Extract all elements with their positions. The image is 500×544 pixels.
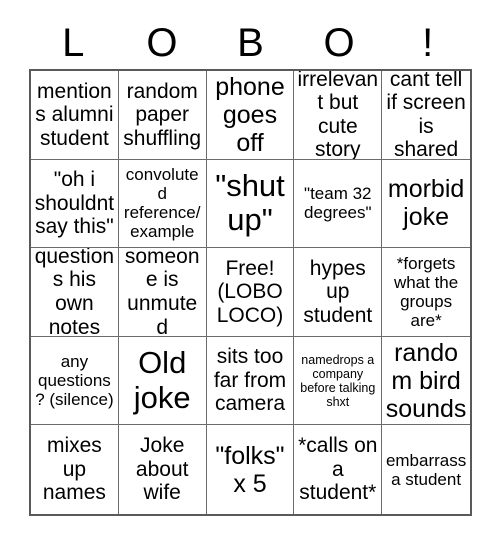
bingo-cell-label: Free! (LOBO LOCO) (216, 256, 284, 327)
bingo-cell[interactable]: sits too far from camera (206, 336, 295, 426)
bingo-cell-label: "folks" x 5 (215, 441, 285, 498)
bingo-cell-label: Joke about wife (135, 434, 189, 505)
bingo-cell-label: mixes up names (42, 434, 106, 505)
bingo-cell-label: namedrops a company before talking shxt (300, 352, 376, 409)
bingo-cell[interactable]: morbid joke (382, 159, 470, 249)
bingo-cell[interactable]: hypes up student (294, 248, 383, 337)
header-letter-3: B (237, 21, 264, 65)
bingo-cell[interactable]: questions his own notes (31, 248, 119, 337)
bingo-cell-label: morbid joke (387, 175, 465, 232)
bingo-cell[interactable]: *forgets what the groups are* (382, 248, 470, 337)
bingo-cell[interactable]: cant tell if screen is shared (382, 71, 470, 160)
bingo-cell-label: questions his own notes (34, 248, 115, 337)
bingo-cell[interactable]: "team 32 degrees" (294, 159, 383, 249)
bingo-cell[interactable]: irrelevant but cute story (294, 71, 383, 160)
bingo-cell[interactable]: mixes up names (31, 425, 119, 514)
bingo-card: L O B O ! mentions alumni student random … (0, 0, 500, 544)
bingo-cell[interactable]: mentions alumni student (31, 71, 119, 160)
bingo-cell-label: *forgets what the groups are* (393, 253, 459, 331)
header-letter-1: L (62, 21, 85, 65)
bingo-cell[interactable]: random bird sounds (382, 336, 470, 426)
bingo-cell[interactable]: "shut up" (206, 159, 295, 249)
header-letter-2: O (146, 21, 178, 65)
bingo-cell[interactable]: convoluted reference/ example (118, 159, 207, 249)
header-letter-5: ! (422, 21, 434, 65)
bingo-cell-label: someone is unmuted (124, 248, 200, 337)
bingo-cell-label: cant tell if screen is shared (386, 71, 466, 160)
bingo-cell-label: "team 32 degrees" (304, 184, 372, 223)
bingo-cell[interactable]: someone is unmuted (118, 248, 207, 337)
bingo-cell-label: random bird sounds (385, 338, 467, 423)
bingo-header: L O B O ! (29, 18, 472, 68)
bingo-cell-label: embarrass a student (385, 450, 467, 489)
bingo-cell[interactable]: Joke about wife (118, 425, 207, 514)
header-letter-4: O (323, 21, 355, 65)
bingo-cell-label: sits too far from camera (213, 345, 287, 416)
bingo-cell-label: Old joke (133, 344, 191, 415)
bingo-cell-label: "shut up" (215, 167, 285, 238)
bingo-cell-label: hypes up student (303, 256, 373, 327)
bingo-cell-label: *calls on a student* (298, 434, 378, 505)
bingo-cell-label: "oh i shouldnt say this" (34, 168, 115, 239)
bingo-cell[interactable]: Old joke (118, 336, 207, 426)
bingo-cell-label: mentions alumni student (35, 79, 114, 150)
bingo-cell[interactable]: random paper shuffling (118, 71, 207, 160)
bingo-cell[interactable]: phone goes off (206, 71, 295, 160)
bingo-cell-label: any questions? (silence) (35, 352, 114, 410)
bingo-cell-label: convoluted reference/ example (123, 165, 201, 242)
bingo-cell[interactable]: any questions? (silence) (31, 336, 119, 426)
bingo-cell[interactable]: Free! (LOBO LOCO) (206, 248, 295, 337)
bingo-cell[interactable]: "oh i shouldnt say this" (31, 159, 119, 249)
bingo-grid: mentions alumni student random paper shuf… (29, 69, 472, 516)
bingo-cell[interactable]: namedrops a company before talking shxt (294, 336, 383, 426)
bingo-cell[interactable]: "folks" x 5 (206, 425, 295, 514)
bingo-cell-label: random paper shuffling (123, 79, 202, 150)
bingo-cell[interactable]: *calls on a student* (294, 425, 383, 514)
bingo-cell-label: phone goes off (215, 72, 285, 157)
bingo-cell-label: irrelevant but cute story (297, 71, 379, 160)
bingo-cell[interactable]: embarrass a student (382, 425, 470, 514)
